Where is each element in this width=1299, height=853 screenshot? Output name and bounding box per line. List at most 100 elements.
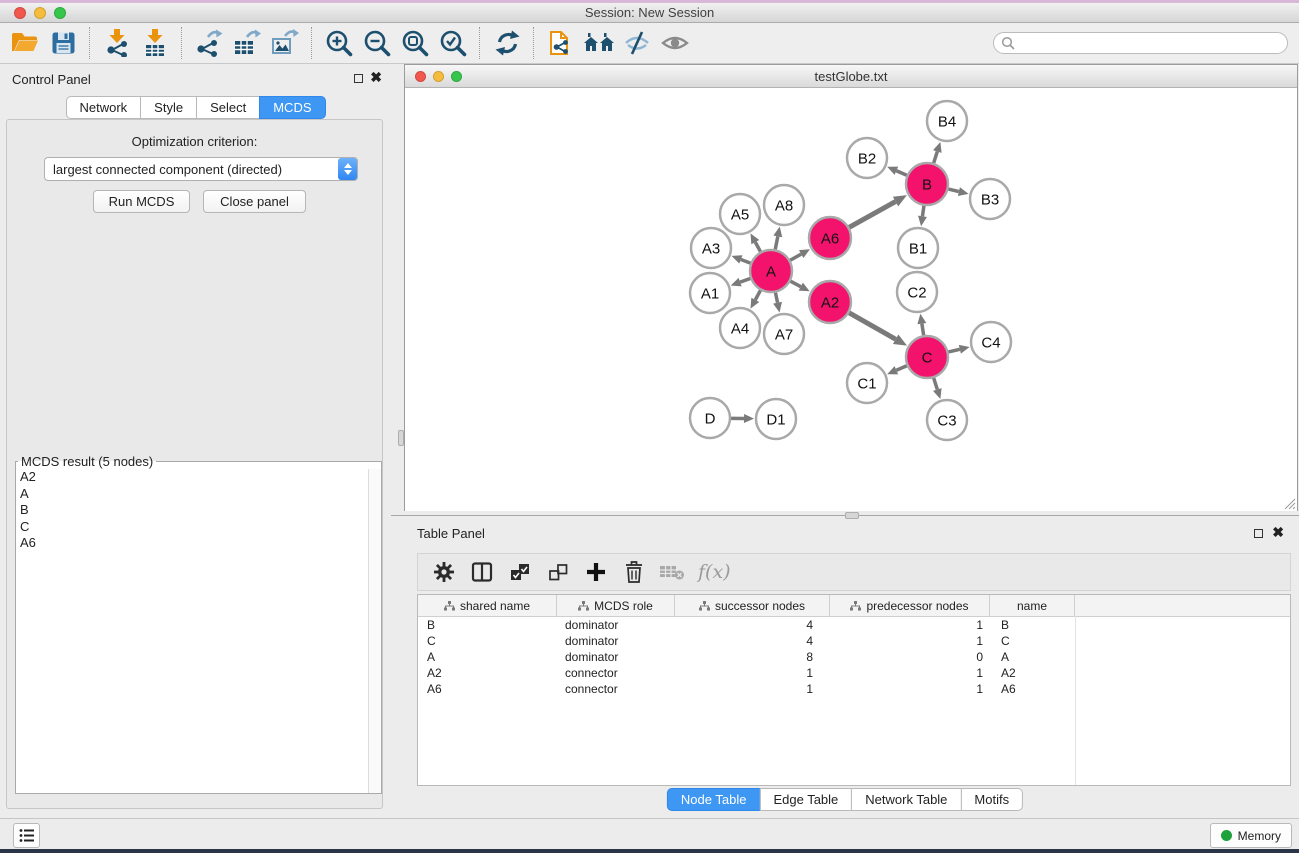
mcds-result-item[interactable]: C: [16, 519, 381, 536]
table-row[interactable]: A2connector11A2: [418, 665, 1290, 681]
new-network-from-file-icon[interactable]: [542, 25, 580, 61]
table-row[interactable]: Adominator80A: [418, 649, 1290, 665]
graph-node-C1[interactable]: C1: [847, 363, 887, 403]
maximize-window-button[interactable]: [54, 7, 66, 19]
graph-edge-B-B3[interactable]: [948, 189, 958, 191]
mcds-result-item[interactable]: B: [16, 502, 381, 519]
graph-edge-C-C4[interactable]: [948, 349, 959, 352]
graph-node-C3[interactable]: C3: [927, 400, 967, 440]
graph-node-A6[interactable]: A6: [809, 217, 851, 259]
graph-edge-A-A5[interactable]: [755, 242, 760, 252]
zoom-selected-icon[interactable]: [434, 25, 472, 61]
show-panels-icon[interactable]: [656, 25, 694, 61]
column-header-mcds-role[interactable]: MCDS role: [557, 595, 675, 616]
tab-motifs[interactable]: Motifs: [960, 788, 1023, 811]
network-close-button[interactable]: [415, 71, 426, 82]
graph-edge-A-A6[interactable]: [790, 254, 801, 260]
graph-node-A2[interactable]: A2: [809, 281, 851, 323]
memory-button[interactable]: Memory: [1210, 823, 1292, 848]
table-row[interactable]: Cdominator41C: [418, 633, 1290, 649]
add-column-icon[interactable]: [580, 557, 612, 587]
column-header-name[interactable]: name: [990, 595, 1075, 616]
tab-style[interactable]: Style: [140, 96, 197, 119]
search-field[interactable]: [993, 32, 1288, 54]
result-scrollbar[interactable]: [368, 469, 381, 793]
graph-node-A3[interactable]: A3: [691, 228, 731, 268]
graph-node-B1[interactable]: B1: [898, 228, 938, 268]
graph-edge-A-A4[interactable]: [755, 290, 760, 300]
graph-node-A5[interactable]: A5: [720, 194, 760, 234]
export-image-icon[interactable]: [266, 25, 304, 61]
network-window-titlebar[interactable]: testGlobe.txt: [405, 65, 1297, 88]
tab-network-table[interactable]: Network Table: [851, 788, 961, 811]
mcds-result-item[interactable]: A: [16, 486, 381, 503]
control-panel-close-icon[interactable]: ✖: [370, 72, 382, 82]
open-session-icon[interactable]: [6, 25, 44, 61]
minimize-window-button[interactable]: [34, 7, 46, 19]
graph-node-B[interactable]: B: [906, 163, 948, 205]
graph-edge-B-B1[interactable]: [922, 206, 923, 217]
export-table-icon[interactable]: [228, 25, 266, 61]
zoom-in-icon[interactable]: [320, 25, 358, 61]
graph-edge-B-B2[interactable]: [896, 171, 906, 176]
table-row[interactable]: Bdominator41B: [418, 617, 1290, 633]
mcds-result-item[interactable]: A6: [16, 535, 381, 552]
tab-select[interactable]: Select: [196, 96, 260, 119]
graph-edge-A-A7[interactable]: [775, 293, 777, 303]
graph-node-C4[interactable]: C4: [971, 322, 1011, 362]
graph-node-B4[interactable]: B4: [927, 101, 967, 141]
graph-edge-A-A3[interactable]: [741, 259, 751, 263]
close-window-button[interactable]: [14, 7, 26, 19]
control-panel-float-icon[interactable]: [354, 74, 363, 83]
graph-node-B3[interactable]: B3: [970, 179, 1010, 219]
graph-node-D1[interactable]: D1: [756, 399, 796, 439]
tab-network[interactable]: Network: [65, 96, 141, 119]
task-history-button[interactable]: [13, 823, 40, 848]
graph-edge-A-A1[interactable]: [740, 278, 750, 282]
delete-table-icon[interactable]: [656, 557, 688, 587]
zoom-out-icon[interactable]: [358, 25, 396, 61]
hide-panels-icon[interactable]: [618, 25, 656, 61]
save-session-icon[interactable]: [44, 25, 82, 61]
graph-node-A7[interactable]: A7: [764, 314, 804, 354]
tab-mcds[interactable]: MCDS: [259, 96, 325, 119]
delete-column-icon[interactable]: [618, 557, 650, 587]
table-panel-close-icon[interactable]: ✖: [1272, 527, 1284, 537]
graph-edge-A-A8[interactable]: [775, 236, 778, 249]
table-row[interactable]: A6connector11A6: [418, 681, 1290, 697]
criterion-dropdown[interactable]: largest connected component (directed): [44, 157, 358, 181]
select-all-rows-icon[interactable]: [504, 557, 536, 587]
table-settings-icon[interactable]: [428, 557, 460, 587]
graph-node-B2[interactable]: B2: [847, 138, 887, 178]
graph-edge-C-C3[interactable]: [934, 378, 938, 390]
graph-node-D[interactable]: D: [690, 398, 730, 438]
horizontal-splitter-handle[interactable]: [845, 512, 859, 519]
network-canvas[interactable]: B4 B2 B B3 A8A5 A6 A3 B1 A A1 C2 A2 A4A7 C4 C C1 C3 D D1: [405, 88, 1297, 511]
graph-node-A1[interactable]: A1: [690, 273, 730, 313]
graph-edge-A2-C[interactable]: [849, 313, 896, 339]
search-input[interactable]: [1019, 33, 1287, 53]
node-table[interactable]: shared name MCDS role successor nodes pr…: [417, 594, 1291, 786]
home-views-icon[interactable]: [580, 25, 618, 61]
run-mcds-button[interactable]: Run MCDS: [93, 190, 190, 213]
column-header-successor-nodes[interactable]: successor nodes: [675, 595, 830, 616]
tab-edge-table[interactable]: Edge Table: [759, 788, 852, 811]
graph-node-A[interactable]: A: [750, 250, 792, 292]
graph-node-C2[interactable]: C2: [897, 272, 937, 312]
column-header-shared-name[interactable]: shared name: [418, 595, 557, 616]
resize-grip-icon[interactable]: [1283, 497, 1296, 510]
graph-node-C[interactable]: C: [906, 336, 948, 378]
vertical-splitter-handle[interactable]: [398, 430, 404, 446]
apply-function-icon[interactable]: f(x): [698, 561, 731, 583]
import-table-icon[interactable]: [136, 25, 174, 61]
table-panel-float-icon[interactable]: [1254, 529, 1263, 538]
graph-node-A8[interactable]: A8: [764, 185, 804, 225]
zoom-fit-icon[interactable]: [396, 25, 434, 61]
column-header-predecessor-nodes[interactable]: predecessor nodes: [830, 595, 990, 616]
network-minimize-button[interactable]: [433, 71, 444, 82]
import-network-icon[interactable]: [98, 25, 136, 61]
graph-node-A4[interactable]: A4: [720, 308, 760, 348]
graph-edge-A6-B[interactable]: [849, 202, 895, 228]
close-panel-button[interactable]: Close panel: [203, 190, 306, 213]
graph-edge-B-B4[interactable]: [934, 151, 938, 163]
